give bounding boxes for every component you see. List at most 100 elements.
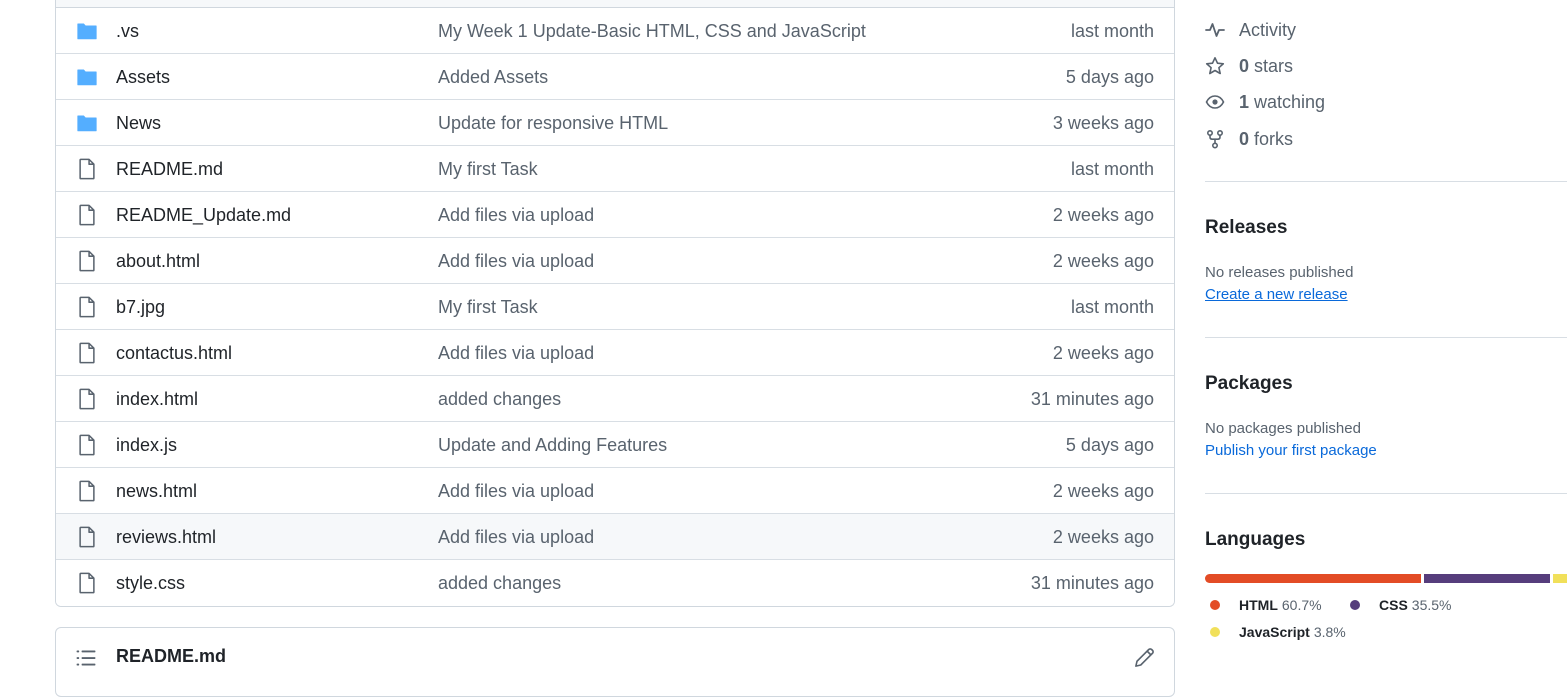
file-list: .vs My Week 1 Update-Basic HTML, CSS and … bbox=[55, 0, 1175, 607]
file-name-link[interactable]: news.html bbox=[116, 468, 197, 514]
file-list-rows: .vs My Week 1 Update-Basic HTML, CSS and … bbox=[56, 8, 1174, 606]
commit-message-link[interactable]: Added Assets bbox=[438, 54, 548, 100]
commit-message-link[interactable]: My Week 1 Update-Basic HTML, CSS and Jav… bbox=[438, 8, 866, 54]
forks-count: 0 bbox=[1239, 129, 1250, 149]
folder-icon bbox=[77, 23, 97, 40]
file-row[interactable]: news.html Add files via upload 2 weeks ago bbox=[56, 468, 1174, 514]
file-icon bbox=[79, 572, 95, 594]
repo-forked-icon bbox=[1206, 129, 1224, 149]
file-row[interactable]: reviews.html Add files via upload 2 weeks … bbox=[56, 514, 1174, 560]
packages-empty-text: No packages published bbox=[1205, 420, 1361, 437]
commit-time: 5 days ago bbox=[1065, 435, 1154, 455]
file-row[interactable]: contactus.html Add files via upload 2 week… bbox=[56, 330, 1174, 376]
sidebar-divider bbox=[1205, 337, 1567, 338]
commit-time: 2 weeks ago bbox=[1052, 481, 1154, 501]
commit-message-link[interactable]: My first Task bbox=[438, 284, 538, 330]
file-row[interactable]: about.html Add files via upload 2 weeks ag… bbox=[56, 238, 1174, 284]
pencil-icon[interactable] bbox=[1134, 648, 1154, 668]
file-name-link[interactable]: README_Update.md bbox=[116, 192, 291, 238]
commit-time: 31 minutes ago bbox=[1030, 573, 1154, 593]
file-icon bbox=[79, 480, 95, 502]
language-bar bbox=[1205, 574, 1567, 583]
sidebar-divider bbox=[1205, 181, 1567, 182]
file-icon bbox=[79, 342, 95, 364]
eye-icon bbox=[1205, 95, 1225, 109]
file-name-link[interactable]: reviews.html bbox=[116, 514, 216, 560]
file-row[interactable]: style.css added changes 31 minutes ago bbox=[56, 560, 1174, 606]
language-name: CSS bbox=[1379, 597, 1408, 613]
file-list-header-strip bbox=[56, 0, 1174, 8]
file-name-link[interactable]: News bbox=[116, 100, 161, 146]
releases-empty-text: No releases published bbox=[1205, 264, 1354, 281]
sidebar-divider bbox=[1205, 493, 1567, 494]
repo-sidebar: Activity 0 stars 1 watching 0 forks Rele… bbox=[1205, 0, 1567, 675]
folder-icon bbox=[77, 69, 97, 86]
commit-time: 2 weeks ago bbox=[1052, 527, 1154, 547]
commit-time: last month bbox=[1070, 21, 1154, 41]
commit-time: 3 weeks ago bbox=[1052, 113, 1154, 133]
language-bar-segment[interactable] bbox=[1205, 574, 1422, 583]
commit-message-link[interactable]: Add files via upload bbox=[438, 192, 594, 238]
commit-message-link[interactable]: Update and Adding Features bbox=[438, 422, 667, 468]
file-row[interactable]: README_Update.md Add files via upload 2 we… bbox=[56, 192, 1174, 238]
star-icon bbox=[1205, 56, 1225, 75]
file-row[interactable]: b7.jpg My first Task last month bbox=[56, 284, 1174, 330]
language-bar-segment[interactable] bbox=[1553, 574, 1567, 583]
file-name-link[interactable]: style.css bbox=[116, 560, 185, 606]
commit-time: 31 minutes ago bbox=[1030, 389, 1154, 409]
file-name-link[interactable]: about.html bbox=[116, 238, 200, 284]
file-icon bbox=[79, 250, 95, 272]
commit-message-link[interactable]: My first Task bbox=[438, 146, 538, 192]
commit-message-link[interactable]: Add files via upload bbox=[438, 330, 594, 376]
language-bar-segment[interactable] bbox=[1424, 574, 1551, 583]
commit-message-link[interactable]: added changes bbox=[438, 376, 561, 422]
file-row[interactable]: .vs My Week 1 Update-Basic HTML, CSS and … bbox=[56, 8, 1174, 54]
publish-package-link[interactable]: Publish your first package bbox=[1205, 442, 1377, 459]
file-row[interactable]: News Update for responsive HTML 3 weeks ag… bbox=[56, 100, 1174, 146]
forks-label: forks bbox=[1249, 129, 1294, 149]
commit-time: 5 days ago bbox=[1065, 67, 1154, 87]
language-percent: 60.7% bbox=[1281, 597, 1322, 613]
file-icon bbox=[79, 204, 95, 226]
file-name-link[interactable]: .vs bbox=[116, 8, 139, 54]
releases-title[interactable]: Releases bbox=[1205, 217, 1287, 239]
commit-time: 2 weeks ago bbox=[1052, 251, 1154, 271]
file-row[interactable]: Assets Added Assets 5 days ago bbox=[56, 54, 1174, 100]
commit-message-link[interactable]: added changes bbox=[438, 560, 561, 606]
readme-title[interactable]: README.md bbox=[116, 646, 226, 667]
file-name-link[interactable]: index.html bbox=[116, 376, 198, 422]
file-icon bbox=[79, 296, 95, 318]
watching-count: 1 bbox=[1239, 92, 1250, 112]
watching-label: watching bbox=[1249, 92, 1326, 112]
commit-time: 2 weeks ago bbox=[1052, 205, 1154, 225]
file-row[interactable]: index.js Update and Adding Features 5 days… bbox=[56, 422, 1174, 468]
file-icon bbox=[79, 388, 95, 410]
commit-time: 2 weeks ago bbox=[1052, 343, 1154, 363]
pulse-icon bbox=[1205, 23, 1225, 37]
list-unordered-icon[interactable] bbox=[76, 648, 96, 668]
language-name: HTML bbox=[1239, 597, 1278, 613]
file-name-link[interactable]: contactus.html bbox=[116, 330, 232, 376]
language-name: JavaScript bbox=[1239, 624, 1310, 640]
commit-message-link[interactable]: Add files via upload bbox=[438, 468, 594, 514]
commit-message-link[interactable]: Add files via upload bbox=[438, 238, 594, 284]
language-percent: 3.8% bbox=[1313, 624, 1346, 640]
file-row[interactable]: README.md My first Task last month bbox=[56, 146, 1174, 192]
file-icon bbox=[79, 526, 95, 548]
file-icon bbox=[79, 158, 95, 180]
file-name-link[interactable]: Assets bbox=[116, 54, 170, 100]
language-color-dot bbox=[1350, 600, 1360, 610]
languages-title: Languages bbox=[1205, 529, 1306, 550]
activity-label: Activity bbox=[1239, 20, 1297, 40]
commit-message-link[interactable]: Update for responsive HTML bbox=[438, 100, 668, 146]
file-icon bbox=[79, 434, 95, 456]
commit-message-link[interactable]: Add files via upload bbox=[438, 514, 594, 560]
file-name-link[interactable]: index.js bbox=[116, 422, 177, 468]
stars-count: 0 bbox=[1239, 56, 1250, 76]
file-name-link[interactable]: README.md bbox=[116, 146, 223, 192]
file-row[interactable]: index.html added changes 31 minutes ago bbox=[56, 376, 1174, 422]
create-release-link[interactable]: Create a new release bbox=[1205, 286, 1348, 303]
file-name-link[interactable]: b7.jpg bbox=[116, 284, 165, 330]
packages-title[interactable]: Packages bbox=[1205, 373, 1293, 395]
readme-panel: README.md bbox=[55, 627, 1175, 697]
